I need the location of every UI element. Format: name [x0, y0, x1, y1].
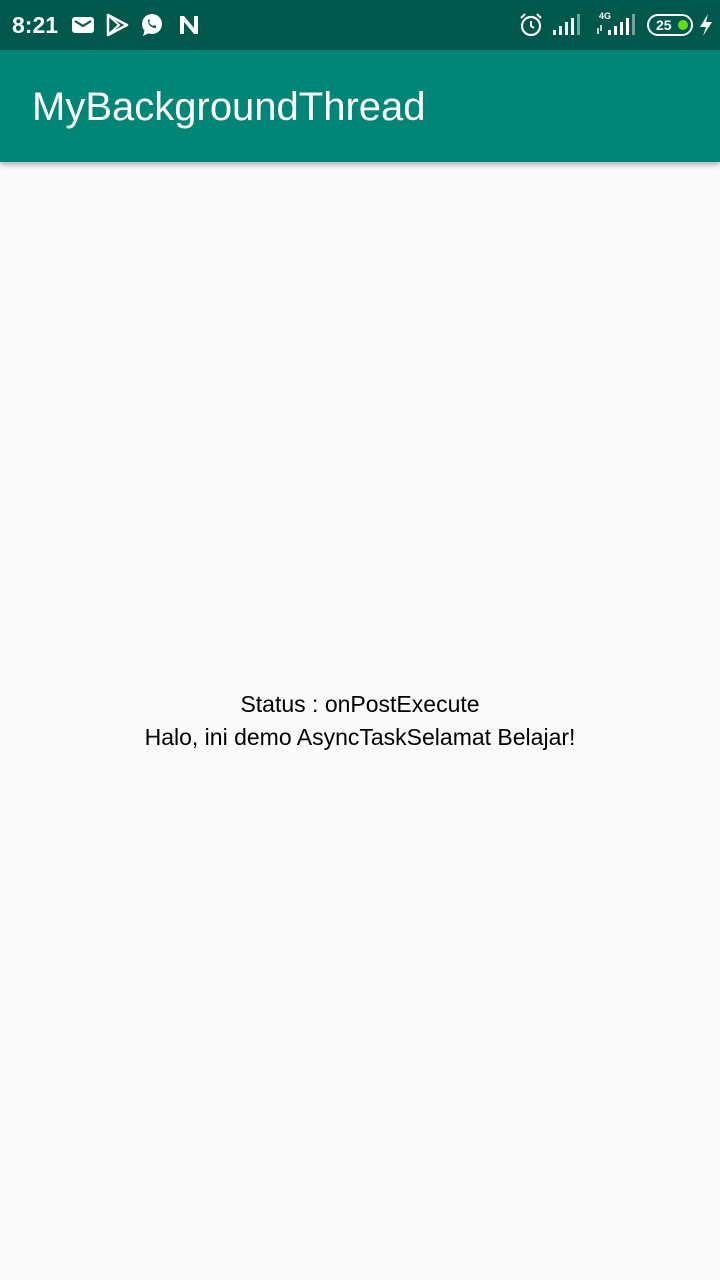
alarm-icon	[520, 13, 542, 37]
app-title: MyBackgroundThread	[32, 85, 426, 129]
main-content: Status : onPostExecute Halo, ini demo As…	[0, 162, 720, 1280]
status-time: 8:21	[12, 12, 59, 38]
whatsapp-icon	[142, 14, 162, 36]
network-label: 4G	[599, 11, 611, 21]
signal-4g-icon: 4G	[597, 11, 635, 35]
status-bar: 8:21 4G 25	[0, 0, 720, 50]
play-store-icon	[106, 13, 129, 37]
n-icon	[180, 16, 198, 34]
status-line: Status : onPostExecute	[240, 691, 480, 717]
charging-icon	[700, 14, 712, 36]
message-line: Halo, ini demo AsyncTaskSelamat Belajar!	[144, 724, 576, 750]
battery-level: 25	[656, 17, 672, 33]
battery-charging-dot	[678, 20, 688, 30]
async-status-text: Status : onPostExecute Halo, ini demo As…	[0, 688, 720, 754]
gmail-icon	[72, 17, 94, 33]
battery-indicator: 25	[647, 14, 693, 36]
signal-icon	[553, 14, 580, 35]
app-bar: MyBackgroundThread	[0, 50, 720, 162]
